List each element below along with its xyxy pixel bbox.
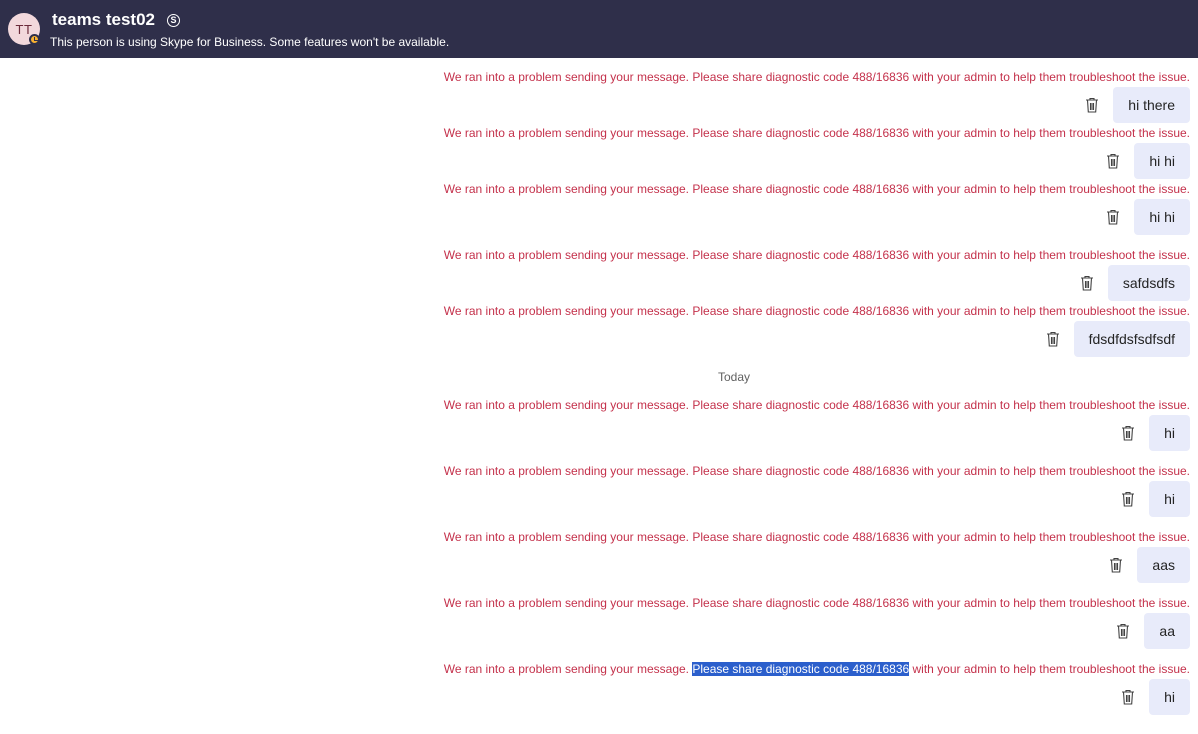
message-bubble[interactable]: hi: [1149, 415, 1190, 451]
error-prefix: We ran into a problem sending your messa…: [443, 304, 693, 318]
delete-icon[interactable]: [1104, 208, 1122, 226]
error-middle: Please share diagnostic code 488/16836: [692, 464, 910, 478]
delete-icon[interactable]: [1044, 330, 1062, 348]
skype-icon: S: [167, 14, 180, 27]
error-message: We ran into a problem sending your messa…: [444, 530, 1190, 544]
error-prefix: We ran into a problem sending your messa…: [443, 662, 693, 676]
delete-icon[interactable]: [1119, 490, 1137, 508]
error-suffix: with your admin to help them troubleshoo…: [909, 70, 1191, 84]
error-message: We ran into a problem sending your messa…: [444, 126, 1190, 140]
error-suffix: with your admin to help them troubleshoo…: [909, 530, 1191, 544]
away-status-icon: [29, 34, 40, 45]
error-message: We ran into a problem sending your messa…: [444, 596, 1190, 610]
selected-text[interactable]: Please share diagnostic code 488/16836: [692, 662, 910, 676]
delete-icon[interactable]: [1104, 152, 1122, 170]
error-middle: Please share diagnostic code 488/16836: [692, 70, 910, 84]
message-bubble[interactable]: hi: [1149, 679, 1190, 715]
delete-icon[interactable]: [1119, 688, 1137, 706]
delete-icon[interactable]: [1107, 556, 1125, 574]
error-suffix: with your admin to help them troubleshoo…: [909, 182, 1191, 196]
error-suffix: with your admin to help them troubleshoo…: [909, 662, 1191, 676]
message-bubble[interactable]: hi hi: [1134, 143, 1190, 179]
error-suffix: with your admin to help them troubleshoo…: [909, 464, 1191, 478]
error-message: We ran into a problem sending your messa…: [444, 70, 1190, 84]
skype-notice: This person is using Skype for Business.…: [50, 35, 450, 49]
error-suffix: with your admin to help them troubleshoo…: [909, 398, 1191, 412]
error-middle: Please share diagnostic code 488/16836: [692, 530, 910, 544]
message-bubble[interactable]: aa: [1144, 613, 1190, 649]
error-message: We ran into a problem sending your messa…: [444, 182, 1190, 196]
chat-header: TT teams test02 S This person is using S…: [0, 0, 1198, 58]
error-prefix: We ran into a problem sending your messa…: [443, 530, 693, 544]
error-middle: Please share diagnostic code 488/16836: [692, 126, 910, 140]
error-suffix: with your admin to help them troubleshoo…: [909, 596, 1191, 610]
error-message: We ran into a problem sending your messa…: [444, 304, 1190, 318]
error-middle: Please share diagnostic code 488/16836: [692, 596, 910, 610]
message-bubble[interactable]: fdsdfdsfsdfsdf: [1073, 321, 1190, 357]
error-message: We ran into a problem sending your messa…: [444, 662, 1190, 676]
error-prefix: We ran into a problem sending your messa…: [443, 70, 693, 84]
error-middle: Please share diagnostic code 488/16836: [692, 248, 910, 262]
error-prefix: We ran into a problem sending your messa…: [443, 596, 693, 610]
error-prefix: We ran into a problem sending your messa…: [443, 248, 693, 262]
delete-icon[interactable]: [1078, 274, 1096, 292]
message-bubble[interactable]: hi there: [1113, 87, 1190, 123]
error-middle: Please share diagnostic code 488/16836: [692, 182, 910, 196]
chat-title[interactable]: teams test02: [52, 10, 155, 30]
message-bubble[interactable]: safdsdfs: [1107, 265, 1190, 301]
error-message: We ran into a problem sending your messa…: [444, 248, 1190, 262]
message-bubble[interactable]: hi: [1149, 481, 1190, 517]
day-divider: Today: [718, 370, 751, 384]
message-bubble[interactable]: hi hi: [1134, 199, 1190, 235]
error-middle: Please share diagnostic code 488/16836: [692, 304, 910, 318]
delete-icon[interactable]: [1083, 96, 1101, 114]
error-prefix: We ran into a problem sending your messa…: [443, 126, 693, 140]
error-middle: Please share diagnostic code 488/16836: [692, 398, 910, 412]
error-suffix: with your admin to help them troubleshoo…: [909, 248, 1191, 262]
error-suffix: with your admin to help them troubleshoo…: [909, 126, 1191, 140]
error-prefix: We ran into a problem sending your messa…: [443, 398, 693, 412]
error-message: We ran into a problem sending your messa…: [444, 464, 1190, 478]
delete-icon[interactable]: [1119, 424, 1137, 442]
error-message: We ran into a problem sending your messa…: [444, 398, 1190, 412]
delete-icon[interactable]: [1114, 622, 1132, 640]
message-bubble[interactable]: aas: [1137, 547, 1190, 583]
error-suffix: with your admin to help them troubleshoo…: [909, 304, 1191, 318]
error-prefix: We ran into a problem sending your messa…: [443, 464, 693, 478]
error-prefix: We ran into a problem sending your messa…: [443, 182, 693, 196]
